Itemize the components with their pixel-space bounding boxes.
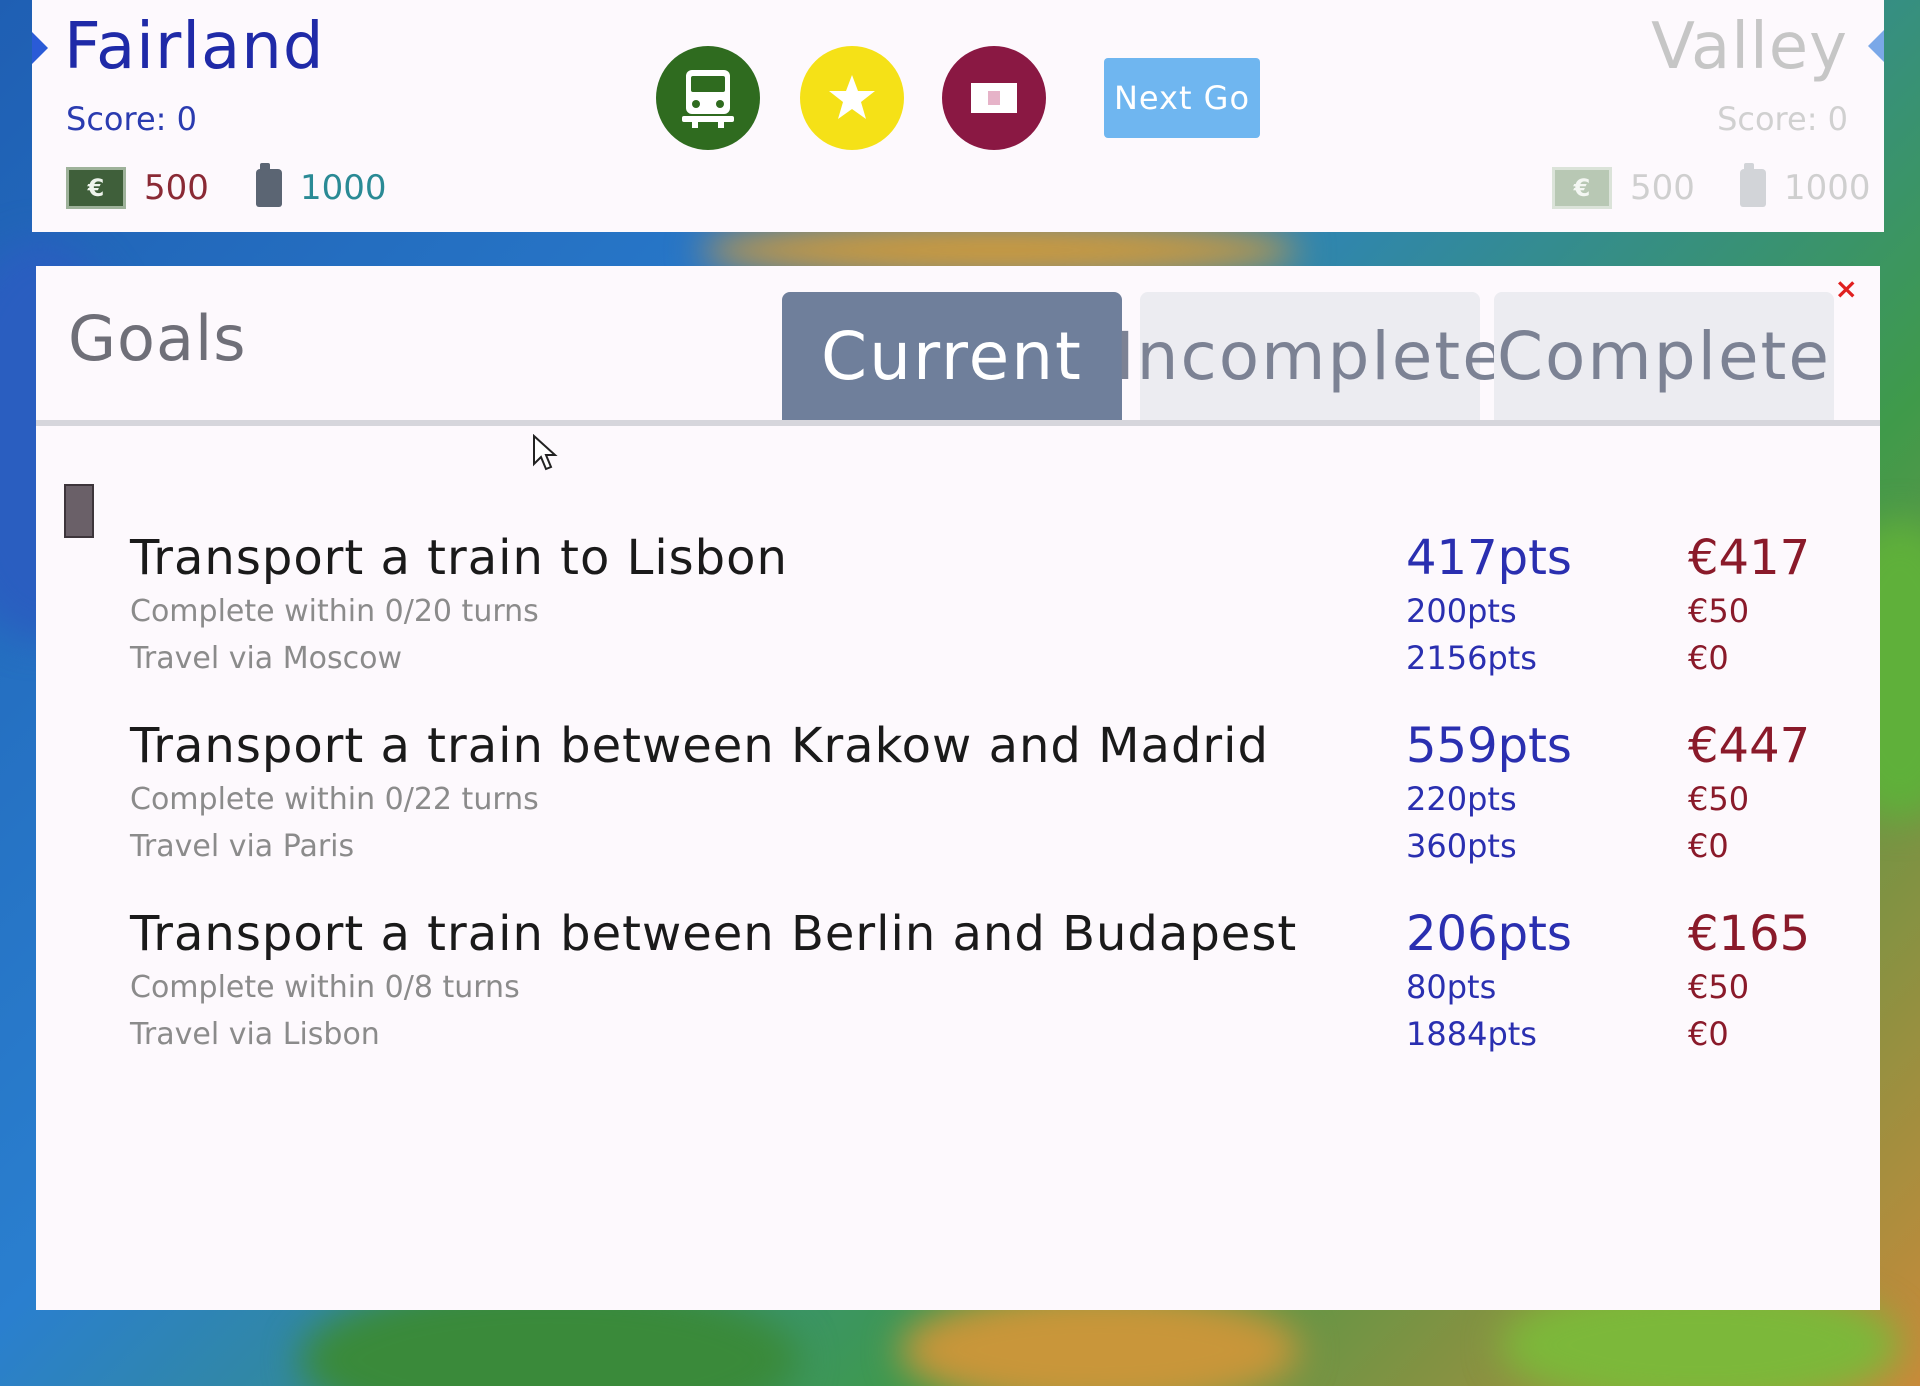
goal-condition-points: 2156pts: [1406, 639, 1537, 677]
goal-condition-points: 360pts: [1406, 827, 1517, 865]
goal-condition: Complete within 0/8 turns: [130, 970, 520, 1005]
goal-item[interactable]: Transport a train between Berlin and Bud…: [130, 906, 1830, 1060]
goal-item[interactable]: Transport a train between Krakow and Mad…: [130, 718, 1830, 872]
goal-condition: Travel via Lisbon: [130, 1017, 380, 1052]
goal-item[interactable]: Transport a train to Lisbon 417pts €417 …: [130, 530, 1830, 684]
ticket-icon: [971, 83, 1017, 113]
goal-points: 559pts: [1406, 718, 1572, 774]
next-go-button[interactable]: Next Go: [1104, 58, 1260, 138]
goal-condition-points: 220pts: [1406, 780, 1517, 818]
goal-points: 417pts: [1406, 530, 1572, 586]
player-one-name: Fairland: [64, 10, 325, 84]
player-two-money-value: 500: [1630, 168, 1695, 208]
fuel-can-icon: [1740, 163, 1766, 207]
money-icon: €: [1552, 167, 1612, 209]
player-two-fuel-value: 1000: [1784, 168, 1871, 208]
goal-condition-points: 1884pts: [1406, 1015, 1537, 1053]
mouse-cursor-icon: [533, 434, 558, 471]
goal-condition-money: €0: [1688, 639, 1729, 677]
tab-incomplete[interactable]: Incomplete: [1115, 292, 1503, 420]
goal-condition: Travel via Moscow: [130, 641, 402, 676]
goal-condition-money: €0: [1688, 1015, 1729, 1053]
scroll-handle[interactable]: [64, 484, 94, 538]
train-icon: [682, 70, 734, 128]
goals-title: Goals: [68, 302, 247, 375]
money-ticket-button[interactable]: [942, 46, 1046, 150]
active-player-arrow-icon: [32, 32, 48, 64]
goal-condition-money: €0: [1688, 827, 1729, 865]
goal-money: €417: [1688, 530, 1811, 586]
money-icon: €: [66, 167, 126, 209]
tab-current[interactable]: Current: [782, 292, 1122, 420]
top-bar: Fairland Score: 0 € 500 1000 Next Go Val…: [32, 0, 1884, 232]
tab-complete[interactable]: Complete: [1494, 292, 1834, 420]
player-one-score: Score: 0: [66, 100, 197, 138]
goals-star-button[interactable]: [800, 46, 904, 150]
player-one-fuel-value: 1000: [300, 168, 387, 208]
goals-panel: × Goals Current Incomplete Complete Tran…: [36, 266, 1880, 1310]
goal-condition-money: €50: [1688, 780, 1750, 818]
player-two-fuel: 1000: [1740, 163, 1871, 210]
player-two-money: € 500: [1552, 166, 1695, 210]
goal-title: Transport a train to Lisbon: [130, 530, 788, 586]
train-button[interactable]: [656, 46, 760, 150]
player-one-money-value: 500: [144, 168, 209, 208]
fuel-can-icon: [256, 163, 282, 207]
goal-condition-points: 200pts: [1406, 592, 1517, 630]
goal-condition-money: €50: [1688, 592, 1750, 630]
player-two-score: Score: 0: [1717, 100, 1848, 138]
player-one-money: € 500: [66, 166, 209, 210]
goal-money: €447: [1688, 718, 1811, 774]
close-icon[interactable]: ×: [1835, 272, 1858, 305]
goal-condition-points: 80pts: [1406, 968, 1497, 1006]
tab-divider: [36, 420, 1880, 426]
goal-points: 206pts: [1406, 906, 1572, 962]
goal-title: Transport a train between Berlin and Bud…: [130, 906, 1298, 962]
player-two-name: Valley: [1651, 10, 1848, 84]
goal-money: €165: [1688, 906, 1811, 962]
goal-condition-money: €50: [1688, 968, 1750, 1006]
goal-title: Transport a train between Krakow and Mad…: [130, 718, 1269, 774]
goal-condition: Travel via Paris: [130, 829, 355, 864]
goal-condition: Complete within 0/22 turns: [130, 782, 539, 817]
player-one-fuel: 1000: [256, 163, 387, 210]
star-icon: [829, 75, 875, 119]
player-two-arrow-icon: [1868, 30, 1884, 62]
goal-condition: Complete within 0/20 turns: [130, 594, 539, 629]
